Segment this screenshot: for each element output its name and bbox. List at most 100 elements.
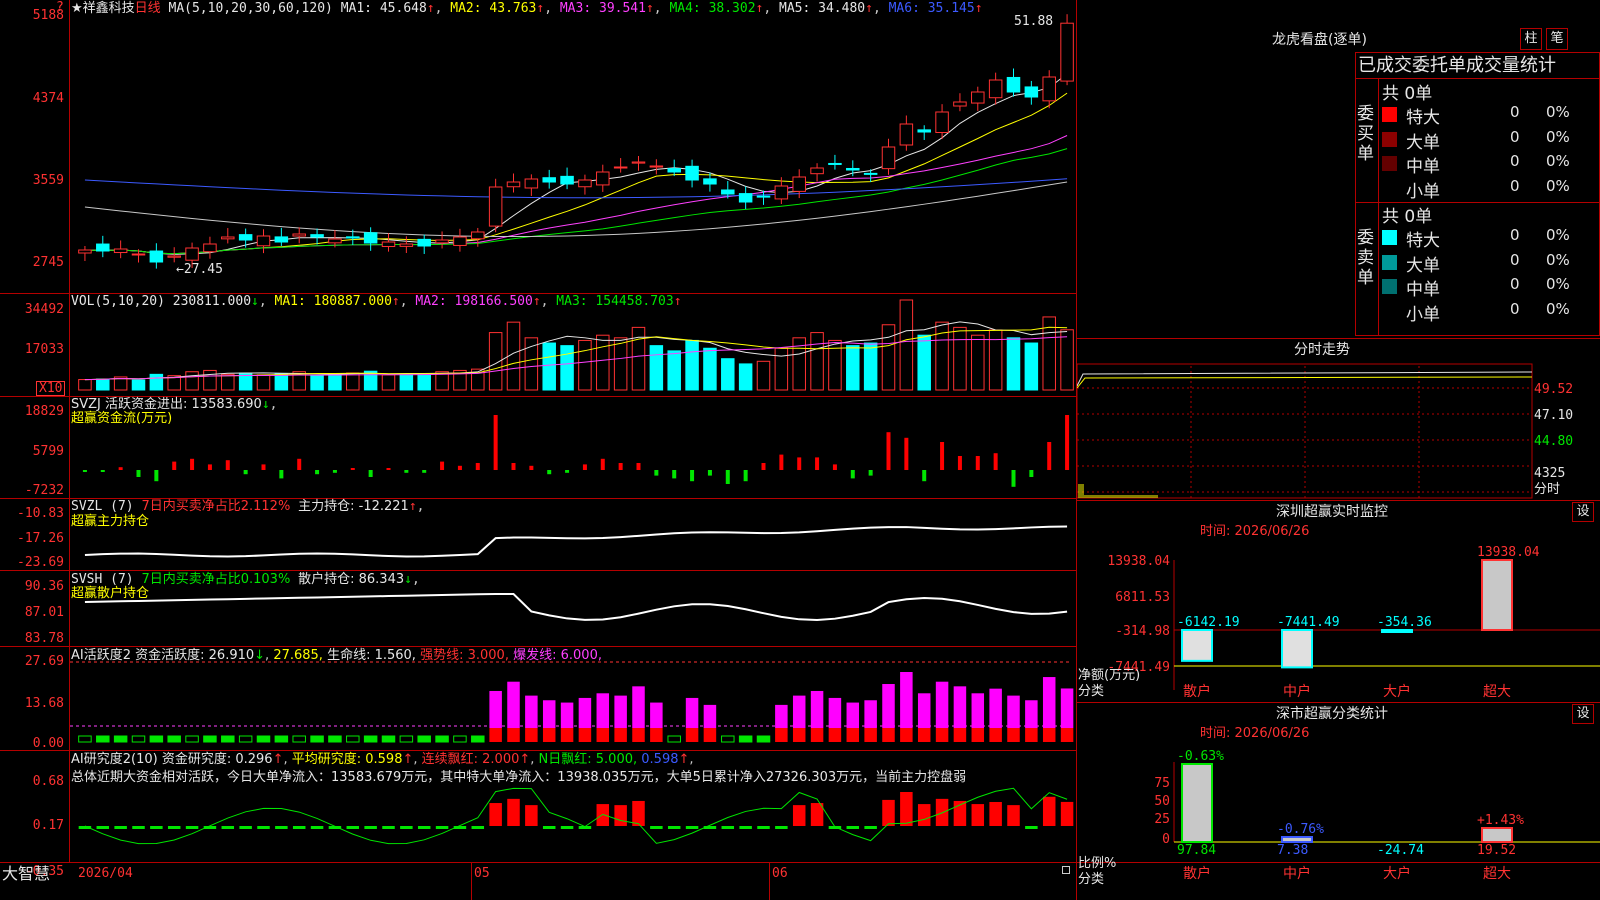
classify-category: 散户 xyxy=(1183,865,1211,882)
candle-down xyxy=(1024,86,1039,98)
candle-up xyxy=(131,253,146,256)
candle-up xyxy=(399,243,414,247)
volume-bar-down xyxy=(417,373,431,391)
dragon-headline: 已成交委托单成交量统计 xyxy=(1358,55,1556,76)
classify-top-value: -0.63% xyxy=(1177,749,1224,764)
classify-bottom-value: 7.38 xyxy=(1277,843,1308,858)
volume-bar-up xyxy=(346,372,360,391)
price-tick-1: 5188 xyxy=(32,8,64,23)
intraday-tick-1: 49.52 xyxy=(1534,382,1574,397)
activity-bar-base xyxy=(846,728,860,742)
candle-up xyxy=(596,171,610,186)
candle-down xyxy=(828,162,842,165)
research-bar-down xyxy=(757,826,770,829)
research-bar-down xyxy=(114,826,127,829)
flow-bar-in xyxy=(493,415,498,470)
candle-up xyxy=(203,243,217,253)
candle-up xyxy=(506,181,521,188)
flow-bar-in xyxy=(190,458,195,470)
svzl-tick-2: -17.26 xyxy=(17,531,64,546)
activity-bar-base xyxy=(792,728,806,742)
candle-down xyxy=(863,172,878,175)
volume-bar-down xyxy=(667,350,681,391)
vol-value: 230811.000 xyxy=(172,294,252,309)
activity-bar-burst xyxy=(685,697,699,728)
activity-bar-low xyxy=(721,735,735,743)
flow-bar-out xyxy=(922,470,927,482)
research-bar-down xyxy=(721,826,735,829)
realtime-bar-散户 xyxy=(1181,629,1213,662)
sell-row-pct: 0% xyxy=(1546,275,1570,293)
candle-up xyxy=(1042,76,1056,102)
flow-bar-out xyxy=(100,470,105,472)
brand-logo[interactable]: 大智慧 xyxy=(2,864,50,884)
activity-bar-burst xyxy=(900,672,913,728)
research-bar-down xyxy=(221,826,235,829)
pen-mode-button[interactable]: 笔 xyxy=(1546,28,1568,50)
buy-row: 小单 0 0% xyxy=(1382,176,1600,202)
research-bar-down xyxy=(435,826,449,829)
price-tick-3: 3559 xyxy=(32,173,64,188)
candle-up xyxy=(631,161,646,164)
period-label[interactable]: 日线 xyxy=(135,1,161,16)
lock-icon[interactable] xyxy=(1062,866,1070,874)
flow-bar-in xyxy=(511,463,516,470)
flow-bar-out xyxy=(690,470,695,482)
svsh-subtitle: 超赢散户持仓 xyxy=(71,586,150,601)
research-bar-down xyxy=(650,826,663,829)
bar-mode-button[interactable]: 柱 xyxy=(1520,28,1542,50)
buy-color-swatch xyxy=(1382,107,1397,122)
realtime-category: 散户 xyxy=(1183,683,1211,700)
stock-name[interactable]: ★祥鑫科技 xyxy=(71,1,135,16)
research-bar-down xyxy=(685,826,699,829)
realtime-tick: 13938.04 xyxy=(1107,554,1170,569)
flow-bar-in xyxy=(940,442,945,470)
flow-bar-out xyxy=(279,470,284,479)
research-bar-down xyxy=(846,826,860,829)
flow-bar-in xyxy=(975,456,980,470)
flow-bar-out xyxy=(743,470,748,482)
flow-bar-out xyxy=(672,470,677,479)
last-price-label: 51.88 xyxy=(1014,14,1054,29)
kline-chart[interactable] xyxy=(70,0,1076,862)
flow-bar-out xyxy=(404,470,409,473)
buy-row-name: 中单 xyxy=(1406,157,1440,177)
price-tick-4: 2745 xyxy=(32,255,64,270)
intraday-tab[interactable]: 分时 xyxy=(1534,482,1560,498)
volume-bar-up xyxy=(78,379,92,391)
volume-bar-down xyxy=(721,358,735,391)
volume-bar-up xyxy=(203,369,217,391)
research-bar-up xyxy=(596,804,610,826)
candle-up xyxy=(792,176,806,192)
activity-bar-base xyxy=(917,728,931,742)
classify-category: 大户 xyxy=(1383,865,1411,882)
flow-bar-in xyxy=(815,457,820,470)
classify-time: 时间: 2026/06/26 xyxy=(1200,726,1310,741)
buy-orders-label: 委买单 xyxy=(1357,104,1374,164)
intraday-chart[interactable] xyxy=(1077,360,1600,500)
flow-bar-in xyxy=(386,468,391,470)
sell-row-count: 0 xyxy=(1510,226,1520,244)
vol-unit-button[interactable]: X10 xyxy=(36,381,66,396)
realtime-tick: -314.98 xyxy=(1115,624,1170,639)
volume-bar-up xyxy=(381,374,396,391)
flow-bar-out xyxy=(547,470,552,475)
flow-bar-out xyxy=(850,470,855,479)
volume-bar-down xyxy=(703,347,717,391)
buy-row-count: 0 xyxy=(1510,176,1520,195)
classify-category: 中户 xyxy=(1283,865,1311,882)
activity-bar-low xyxy=(310,735,324,743)
classify-category: 超大 xyxy=(1483,866,1511,882)
classify-bottom-value: -24.74 xyxy=(1377,843,1424,858)
realtime-settings-button[interactable]: 设 xyxy=(1572,502,1594,522)
classify-bar-超大 xyxy=(1481,827,1513,843)
realtime-bar-chart[interactable]: 13938.04 6811.53 -314.98 -7441.49 -6142.19 散户… xyxy=(1077,540,1600,710)
classify-bar-chart[interactable]: 75 50 25 0 -0.63% 97.84 散户 -0.76% 7.38 中户 -24.74 大户… xyxy=(1077,742,1600,900)
candle-down xyxy=(756,195,771,198)
svzj-subtitle: 超赢资金流(万元) xyxy=(71,411,173,426)
classify-settings-button[interactable]: 设 xyxy=(1572,704,1594,724)
classify-top-value: -0.76% xyxy=(1277,822,1324,837)
activity-bar-base xyxy=(560,728,574,742)
flow-bar-out xyxy=(368,470,373,477)
activity-bar-low xyxy=(131,735,146,743)
